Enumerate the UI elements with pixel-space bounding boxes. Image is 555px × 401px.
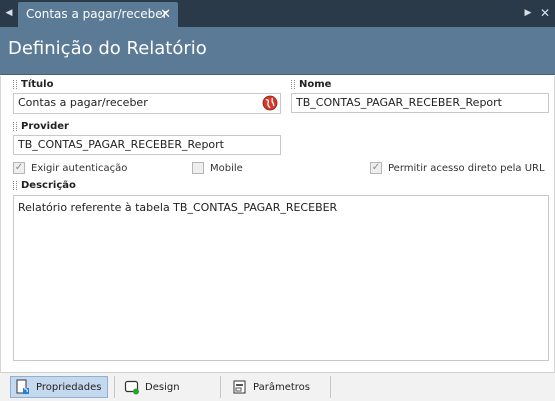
provider-label-container: Provider: [13, 121, 69, 132]
descricao-value: Relatório referente à tabela TB_CONTAS_P…: [18, 201, 338, 214]
design-icon: [124, 380, 139, 395]
exigir-label: Exigir autenticação: [31, 162, 128, 174]
view-tab-bar: Propriedades Design Parâmetros: [0, 372, 555, 401]
nome-label: Nome: [299, 79, 332, 90]
tab-propriedades[interactable]: Propriedades: [10, 376, 108, 398]
document-tabstrip: ◀ Contas a pagar/receber ✕ ▶ ✕: [0, 0, 555, 27]
tab-propriedades-label: Propriedades: [36, 381, 102, 393]
mobile-checkbox[interactable]: Mobile: [192, 162, 243, 174]
tab-parametros[interactable]: Parâmetros: [228, 376, 326, 398]
grip-icon: [13, 80, 17, 89]
report-definition-form: Título Contas a pagar/receber Nome TB_CO…: [0, 76, 555, 372]
tab-divider: [220, 376, 221, 398]
globe-icon[interactable]: [262, 95, 278, 111]
page-title: Definição do Relatório: [8, 38, 207, 59]
titulo-label-container: Título: [13, 79, 53, 90]
permitir-checkbox-box[interactable]: ✓: [370, 162, 382, 174]
tab-contas-a-pagar-receber[interactable]: Contas a pagar/receber ✕: [18, 2, 178, 27]
tab-title: Contas a pagar/receber: [26, 7, 168, 21]
descricao-label: Descrição: [21, 180, 76, 191]
properties-icon: [16, 379, 29, 394]
tab-divider: [114, 376, 115, 398]
grip-icon: [291, 80, 295, 89]
scroll-tabs-left-icon[interactable]: ◀: [2, 0, 16, 27]
grip-icon: [13, 122, 17, 131]
nome-label-container: Nome: [291, 79, 331, 90]
mobile-label: Mobile: [210, 162, 243, 174]
page-header: Definição do Relatório: [0, 27, 555, 75]
mobile-checkbox-box[interactable]: [192, 162, 204, 174]
close-window-icon[interactable]: ✕: [538, 0, 552, 27]
nome-value: TB_CONTAS_PAGAR_RECEBER_Report: [296, 96, 502, 109]
permitir-acesso-checkbox[interactable]: ✓ Permitir acesso direto pela URL: [370, 162, 545, 174]
scroll-tabs-right-icon[interactable]: ▶: [521, 0, 535, 27]
grip-icon: [13, 181, 17, 190]
descricao-label-container: Descrição: [13, 180, 76, 191]
tab-parametros-label: Parâmetros: [253, 381, 310, 393]
provider-value: TB_CONTAS_PAGAR_RECEBER_Report: [18, 138, 224, 151]
titulo-value: Contas a pagar/receber: [18, 96, 148, 109]
exigir-checkbox-box[interactable]: ✓: [13, 162, 25, 174]
tab-divider: [330, 376, 331, 398]
provider-label: Provider: [21, 121, 69, 132]
tab-design-label: Design: [145, 381, 180, 393]
titulo-field[interactable]: Contas a pagar/receber: [13, 93, 281, 114]
descricao-textarea[interactable]: Relatório referente à tabela TB_CONTAS_P…: [13, 195, 549, 361]
exigir-autenticacao-checkbox[interactable]: ✓ Exigir autenticação: [13, 162, 127, 174]
tab-close-icon[interactable]: ✕: [160, 2, 171, 27]
nome-field[interactable]: TB_CONTAS_PAGAR_RECEBER_Report: [291, 93, 549, 113]
titulo-label: Título: [21, 79, 54, 90]
tab-design[interactable]: Design: [120, 376, 210, 398]
permitir-label: Permitir acesso direto pela URL: [388, 162, 545, 174]
parameters-icon: [233, 380, 246, 394]
provider-field[interactable]: TB_CONTAS_PAGAR_RECEBER_Report: [13, 135, 281, 155]
